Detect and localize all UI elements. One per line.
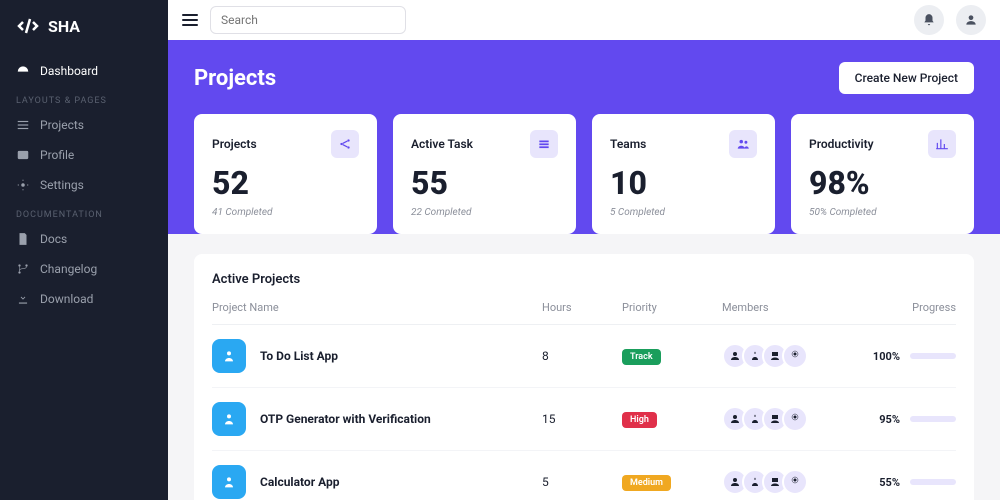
progress-pct: 95% [879, 413, 900, 426]
sidebar-item-settings[interactable]: Settings [0, 170, 168, 200]
sidebar-item-label: Docs [40, 232, 67, 246]
id-icon [16, 148, 30, 162]
project-icon [212, 339, 246, 373]
stat-card-1: Active Task 55 22 Completed [393, 114, 576, 234]
members-group [722, 343, 872, 369]
download-icon [16, 292, 30, 306]
project-name: To Do List App [260, 349, 338, 363]
notifications-button[interactable] [914, 5, 944, 35]
project-name: OTP Generator with Verification [260, 412, 431, 426]
user-menu[interactable] [956, 5, 986, 35]
progress-bar [910, 479, 956, 485]
sidebar-item-dashboard[interactable]: Dashboard [0, 56, 168, 86]
table-row[interactable]: Calculator App 5Medium 55% [212, 451, 956, 500]
col-priority: Priority [622, 301, 722, 314]
card-value: 55 [411, 166, 558, 201]
sidebar-item-label: Profile [40, 148, 74, 162]
card-label: Projects [212, 137, 257, 151]
card-label: Productivity [809, 137, 874, 151]
code-icon [16, 14, 40, 38]
progress-pct: 55% [879, 476, 900, 489]
brand-text: SHA [48, 17, 80, 36]
sidebar: SHA Dashboard LAYOUTS & PAGES Projects P… [0, 0, 168, 500]
project-name: Calculator App [260, 475, 339, 489]
sidebar-item-label: Download [40, 292, 93, 306]
project-hours: 5 [542, 475, 622, 489]
card-subtitle: 5 Completed [610, 207, 757, 218]
file-icon [16, 232, 30, 246]
project-hours: 15 [542, 412, 622, 426]
card-subtitle: 22 Completed [411, 207, 558, 218]
card-subtitle: 50% Completed [809, 207, 956, 218]
chart-icon [928, 130, 956, 158]
sidebar-item-docs[interactable]: Docs [0, 224, 168, 254]
table-row[interactable]: OTP Generator with Verification 15High 95% [212, 388, 956, 451]
stat-card-2: Teams 10 5 Completed [592, 114, 775, 234]
share-icon [331, 130, 359, 158]
card-value: 52 [212, 166, 359, 201]
branch-icon [16, 262, 30, 276]
sidebar-item-label: Dashboard [40, 64, 98, 78]
members-group [722, 406, 872, 432]
search-input[interactable] [210, 6, 406, 34]
sidebar-item-changelog[interactable]: Changelog [0, 254, 168, 284]
progress-bar [910, 353, 956, 359]
sidebar-item-profile[interactable]: Profile [0, 140, 168, 170]
bell-icon [922, 13, 936, 27]
table-header: Project Name Hours Priority Members Prog… [212, 301, 956, 325]
members-group [722, 469, 872, 495]
member-avatar [782, 406, 808, 432]
priority-badge: Medium [622, 475, 671, 491]
panel-title: Active Projects [212, 272, 956, 287]
stat-card-3: Productivity 98% 50% Completed [791, 114, 974, 234]
team-icon [729, 130, 757, 158]
list-icon [16, 118, 30, 132]
gauge-icon [16, 64, 30, 78]
topbar [168, 0, 1000, 40]
project-icon [212, 402, 246, 436]
member-avatar [782, 343, 808, 369]
card-value: 10 [610, 166, 757, 201]
brand-logo[interactable]: SHA [0, 14, 168, 56]
list2-icon [530, 130, 558, 158]
main: Projects Create New Project Projects 52 41… [168, 0, 1000, 500]
progress-bar [910, 416, 956, 422]
sidebar-item-label: Changelog [40, 262, 97, 276]
gear-icon [16, 178, 30, 192]
active-projects-panel: Active Projects Project Name Hours Prior… [194, 254, 974, 500]
nav-section-layouts: LAYOUTS & PAGES [0, 86, 168, 110]
project-icon [212, 465, 246, 499]
stat-card-0: Projects 52 41 Completed [194, 114, 377, 234]
sidebar-item-label: Settings [40, 178, 84, 192]
card-label: Active Task [411, 137, 473, 151]
card-subtitle: 41 Completed [212, 207, 359, 218]
sidebar-item-projects[interactable]: Projects [0, 110, 168, 140]
priority-badge: Track [622, 349, 661, 365]
card-value: 98% [809, 166, 956, 201]
card-label: Teams [610, 137, 646, 151]
sidebar-item-label: Projects [40, 118, 84, 132]
menu-toggle[interactable] [182, 14, 198, 26]
member-avatar [782, 469, 808, 495]
col-name: Project Name [212, 301, 542, 314]
priority-badge: High [622, 412, 657, 428]
col-hours: Hours [542, 301, 622, 314]
sidebar-item-download[interactable]: Download [0, 284, 168, 314]
user-icon [964, 13, 978, 27]
project-hours: 8 [542, 349, 622, 363]
col-members: Members [722, 301, 872, 314]
hero: Projects Create New Project Projects 52 41… [168, 40, 1000, 234]
page-title: Projects [194, 66, 276, 91]
col-progress: Progress [872, 301, 956, 314]
create-project-button[interactable]: Create New Project [839, 62, 974, 94]
nav-section-docs: DOCUMENTATION [0, 200, 168, 224]
progress-pct: 100% [873, 350, 900, 363]
table-row[interactable]: To Do List App 8Track 100% [212, 325, 956, 388]
